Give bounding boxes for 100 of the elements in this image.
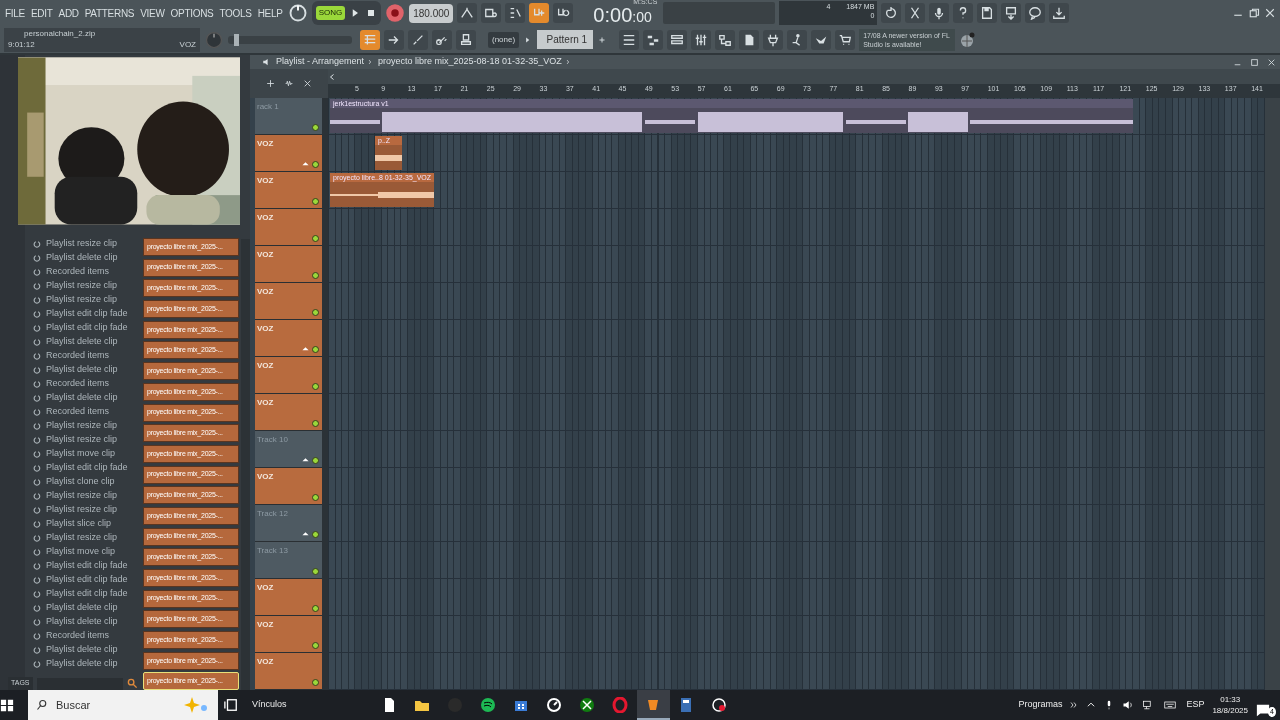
triangle-icon[interactable] bbox=[302, 457, 309, 462]
save-button[interactable] bbox=[977, 3, 998, 24]
mute-indicator[interactable] bbox=[312, 272, 319, 279]
figure-button[interactable] bbox=[787, 29, 808, 50]
history-item[interactable]: Playlist resize clip bbox=[46, 489, 118, 503]
track-header[interactable]: VOZ bbox=[255, 172, 322, 209]
document-button[interactable] bbox=[739, 29, 760, 50]
menu-item[interactable]: PATTERNS bbox=[83, 5, 136, 21]
language-indicator[interactable]: ESP bbox=[1186, 698, 1205, 712]
history-item[interactable]: Playlist delete clip bbox=[46, 615, 118, 629]
track-header[interactable]: VOZ bbox=[255, 616, 322, 653]
history-item[interactable]: Playlist move clip bbox=[46, 545, 116, 559]
history-item[interactable]: Playlist delete clip bbox=[46, 657, 118, 671]
history-item[interactable]: Playlist edit clip fade bbox=[46, 461, 128, 475]
history-item[interactable]: Playlist resize clip bbox=[46, 531, 118, 545]
gauge-icon[interactable] bbox=[711, 697, 728, 713]
close-icon[interactable] bbox=[303, 79, 312, 88]
search-field[interactable]: Buscar bbox=[28, 690, 218, 720]
waveform-icon[interactable] bbox=[283, 79, 295, 88]
history-item[interactable]: Playlist delete clip bbox=[46, 601, 118, 615]
maximize-icon[interactable] bbox=[1250, 57, 1259, 67]
mute-indicator[interactable] bbox=[312, 531, 319, 538]
microphone-button[interactable] bbox=[929, 3, 950, 24]
master-pitch-slider[interactable] bbox=[228, 35, 352, 44]
mute-indicator[interactable] bbox=[312, 346, 319, 353]
history-item[interactable]: Playlist delete clip bbox=[46, 643, 118, 657]
clock[interactable]: 01:33 18/8/2025 bbox=[1212, 694, 1248, 716]
mute-indicator[interactable] bbox=[312, 383, 319, 390]
mixer-button[interactable] bbox=[691, 29, 712, 50]
triangle-icon[interactable] bbox=[302, 161, 309, 166]
mute-indicator[interactable] bbox=[312, 235, 319, 242]
browser-button[interactable] bbox=[715, 29, 736, 50]
history-item[interactable]: Playlist delete clip bbox=[46, 391, 118, 405]
track-header[interactable]: VOZ bbox=[255, 283, 322, 320]
knob-icon[interactable] bbox=[287, 3, 308, 24]
mute-indicator[interactable] bbox=[312, 124, 319, 131]
slider-thumb[interactable] bbox=[233, 33, 239, 46]
menu-item[interactable]: EDIT bbox=[29, 5, 54, 21]
history-item[interactable]: Playlist resize clip bbox=[46, 433, 118, 447]
history-item[interactable]: Playlist resize clip bbox=[46, 419, 118, 433]
history-item[interactable]: Playlist edit clip fade bbox=[46, 587, 128, 601]
xbox-icon[interactable] bbox=[579, 697, 596, 713]
history-item[interactable]: Playlist delete clip bbox=[46, 251, 118, 265]
opera-icon[interactable] bbox=[612, 697, 629, 713]
playlist-button[interactable] bbox=[619, 29, 640, 50]
save-export-button[interactable] bbox=[1001, 3, 1022, 24]
history-item[interactable]: Playlist edit clip fade bbox=[46, 559, 128, 573]
globe-icon[interactable] bbox=[959, 31, 976, 48]
history-item[interactable]: Playlist delete clip bbox=[46, 335, 118, 349]
playlist-button[interactable] bbox=[360, 29, 380, 50]
history-item[interactable]: Playlist slice clip bbox=[46, 517, 112, 531]
track-header[interactable]: VOZ bbox=[255, 135, 322, 172]
track-header[interactable]: VOZ bbox=[255, 320, 322, 357]
history-item[interactable]: Playlist delete clip bbox=[46, 363, 118, 377]
history-item[interactable]: Playlist resize clip bbox=[46, 237, 118, 251]
task-view-icon[interactable] bbox=[224, 698, 238, 712]
history-item[interactable]: Recorded items bbox=[46, 405, 110, 419]
track-header[interactable]: VOZ bbox=[255, 357, 322, 394]
track-header[interactable]: VOZ bbox=[255, 209, 322, 246]
mute-indicator[interactable] bbox=[312, 605, 319, 612]
add-icon[interactable] bbox=[266, 79, 275, 88]
track-header[interactable]: VOZ bbox=[255, 246, 322, 283]
pattern-name[interactable]: Pattern 1 bbox=[537, 30, 594, 50]
menu-item[interactable]: ADD bbox=[57, 5, 80, 21]
restore-icon[interactable] bbox=[1248, 7, 1260, 20]
triangle-icon[interactable] bbox=[302, 346, 309, 351]
undo-button[interactable] bbox=[881, 3, 902, 24]
channel-rack-button[interactable] bbox=[667, 29, 688, 50]
menu-item[interactable]: HELP bbox=[256, 5, 284, 21]
dial-icon[interactable] bbox=[546, 697, 563, 713]
volume-icon[interactable] bbox=[1122, 699, 1135, 711]
mute-indicator[interactable] bbox=[312, 642, 319, 649]
mute-indicator[interactable] bbox=[312, 679, 319, 686]
menu-item[interactable]: OPTIONS bbox=[169, 5, 215, 21]
tags-field[interactable] bbox=[36, 677, 123, 690]
mute-indicator[interactable] bbox=[312, 494, 319, 501]
record-icon[interactable] bbox=[385, 3, 406, 24]
tempo-display[interactable]: 180.000 bbox=[409, 3, 454, 23]
close-icon[interactable] bbox=[1267, 57, 1276, 67]
mute-indicator[interactable] bbox=[312, 161, 319, 168]
scissors-button[interactable] bbox=[905, 3, 926, 24]
chevrons-icon[interactable] bbox=[1070, 701, 1079, 709]
history-item[interactable]: Playlist edit clip fade bbox=[46, 573, 128, 587]
menu-item[interactable]: FILE bbox=[4, 5, 26, 21]
mute-indicator[interactable] bbox=[312, 568, 319, 575]
history-item[interactable]: Recorded items bbox=[46, 629, 110, 643]
vertical-scrollbar[interactable] bbox=[1265, 98, 1280, 690]
mute-indicator[interactable] bbox=[312, 309, 319, 316]
mute-indicator[interactable] bbox=[312, 420, 319, 427]
history-item[interactable]: Recorded items bbox=[46, 377, 110, 391]
step-button[interactable] bbox=[529, 3, 550, 24]
mute-indicator[interactable] bbox=[312, 198, 319, 205]
keyboard-icon[interactable] bbox=[1162, 699, 1179, 711]
chat-button[interactable] bbox=[1025, 3, 1046, 24]
track-header[interactable]: VOZ bbox=[255, 579, 322, 616]
metronome-button[interactable] bbox=[457, 3, 478, 24]
piano-roll-button[interactable] bbox=[643, 29, 664, 50]
links-toolbar[interactable]: Vínculos bbox=[252, 698, 287, 712]
history-item[interactable]: Playlist edit clip fade bbox=[46, 321, 128, 335]
track-header[interactable]: VOZ bbox=[255, 468, 322, 505]
